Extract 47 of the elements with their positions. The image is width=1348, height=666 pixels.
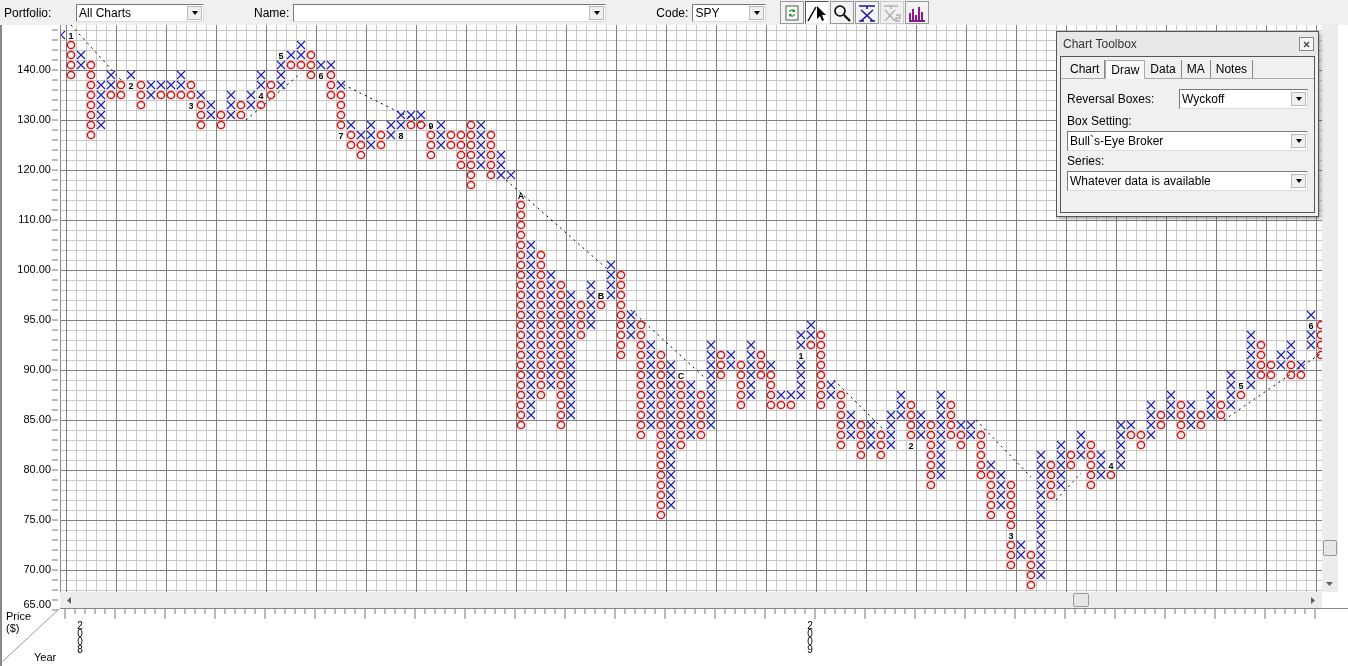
- code-dropdown[interactable]: SPY: [692, 3, 767, 22]
- portfolio-dropdown[interactable]: All Charts: [76, 3, 204, 22]
- portfolio-label: Portfolio:: [4, 5, 53, 20]
- box-setting-dropdown[interactable]: Bull`s-Eye Broker: [1067, 131, 1308, 151]
- box-label: 1: [798, 351, 804, 361]
- price-label: 100.00: [17, 262, 51, 276]
- price-label: 110.00: [18, 212, 51, 226]
- box-label: 5: [1238, 381, 1244, 391]
- box-label: 7: [338, 131, 344, 141]
- box-label: A: [517, 191, 525, 201]
- price-label: 80.00: [23, 462, 51, 476]
- series-dropdown[interactable]: Whatever data is available: [1067, 171, 1308, 191]
- year-label: 2009: [806, 622, 814, 654]
- box-label: 1: [68, 31, 74, 41]
- box-label: C: [677, 371, 685, 381]
- tab[interactable]: Draw: [1105, 60, 1146, 79]
- price-axis-title: Price ($): [6, 610, 33, 634]
- box-label: 6: [1308, 321, 1314, 331]
- price-label: 90.00: [23, 362, 51, 376]
- price-label: 120.00: [17, 162, 51, 176]
- box-label: 9: [428, 121, 434, 131]
- field-label: Reversal Boxes:: [1067, 92, 1155, 106]
- box-label: 4: [258, 91, 264, 101]
- reversal-boxes-dropdown[interactable]: Wyckoff: [1179, 89, 1308, 109]
- year-label: 2008: [76, 622, 84, 654]
- field-label: Series:: [1067, 154, 1106, 168]
- name-label: Name:: [254, 5, 290, 20]
- box-label: B: [597, 291, 605, 301]
- price-label: 70.00: [23, 562, 51, 576]
- price-label: 130.00: [17, 112, 51, 126]
- price-label: 95.00: [23, 312, 51, 326]
- box-label: 2: [128, 81, 134, 91]
- box-label: 4: [1108, 461, 1114, 471]
- price-label: 140.00: [17, 62, 51, 76]
- box-label: 3: [1008, 531, 1014, 541]
- box-label: 8: [398, 131, 404, 141]
- box-label: 5: [278, 51, 284, 61]
- code-label: Code:: [656, 5, 689, 20]
- panel-title: Chart Toolbox: [1063, 37, 1137, 51]
- box-label: 3: [188, 101, 194, 111]
- box-label: 6: [318, 71, 324, 81]
- price-label: 85.00: [23, 412, 51, 426]
- year-axis-title: Year: [34, 651, 57, 663]
- box-label: 2: [908, 441, 914, 451]
- price-label: 65.00: [23, 597, 51, 611]
- field-label: Box Setting:: [1067, 114, 1133, 128]
- price-label: 75.00: [23, 512, 51, 526]
